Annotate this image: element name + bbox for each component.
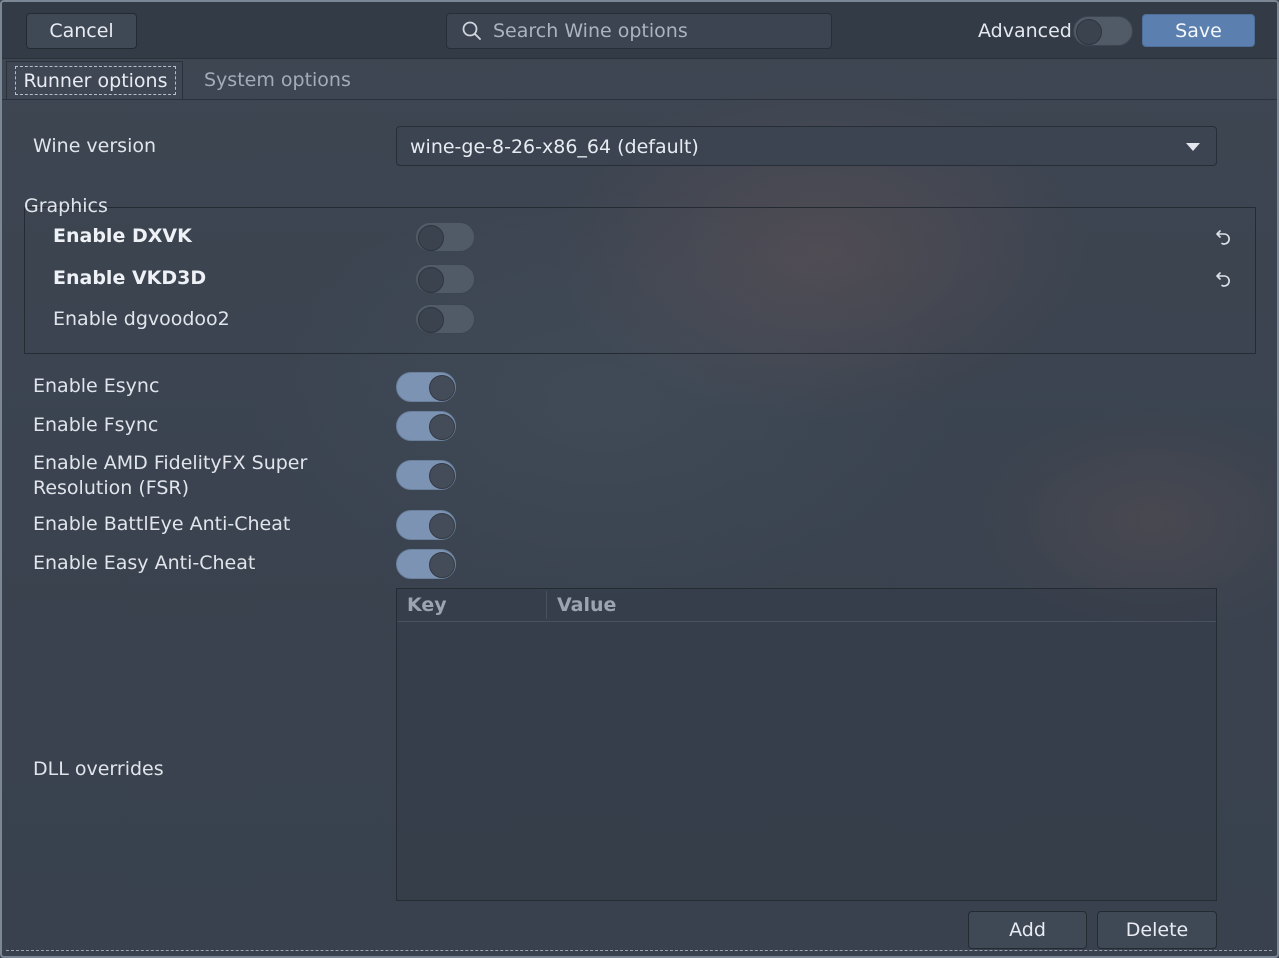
enable-battleye-label: Enable BattlEye Anti-Cheat [33,513,291,535]
wine-version-label: Wine version [33,135,157,157]
enable-fsr-toggle[interactable] [396,460,456,490]
toggle-knob [429,552,455,578]
save-button[interactable]: Save [1142,14,1255,47]
delete-button[interactable]: Delete [1097,911,1217,949]
search-input[interactable]: Search Wine options [446,13,832,49]
toggle-knob [429,414,455,440]
tab-system-options[interactable]: System options [204,69,351,91]
advanced-toggle[interactable] [1073,16,1133,46]
wine-options-dialog: Cancel Search Wine options Advanced Save… [0,0,1279,958]
enable-fsr-label-line1: Enable AMD FidelityFX Super [33,452,308,474]
enable-esync-toggle[interactable] [396,372,456,402]
header-bar: Cancel Search Wine options Advanced Save [2,2,1277,59]
enable-dgvoodoo2-label: Enable dgvoodoo2 [53,308,230,330]
advanced-label: Advanced [978,20,1072,42]
graphics-section-title: Graphics [24,195,108,217]
enable-battleye-toggle[interactable] [396,510,456,540]
enable-fsync-label: Enable Fsync [33,414,159,436]
dll-overrides-label: DLL overrides [33,758,164,780]
reset-icon[interactable] [1214,227,1234,247]
enable-fsync-toggle[interactable] [396,411,456,441]
dll-overrides-table[interactable]: Key Value [396,588,1217,901]
column-header-key[interactable]: Key [407,594,447,616]
enable-easy-anticheat-toggle[interactable] [396,549,456,579]
column-header-value[interactable]: Value [557,594,616,616]
reset-icon[interactable] [1214,269,1234,289]
enable-vkd3d-label: Enable VKD3D [53,267,207,289]
toggle-knob [418,267,444,293]
chevron-down-icon [1186,143,1200,151]
enable-dgvoodoo2-toggle[interactable] [415,304,475,334]
toggle-knob [1076,19,1102,45]
toggle-knob [429,375,455,401]
focus-outline [6,950,1272,951]
cancel-button[interactable]: Cancel [26,13,137,49]
graphics-section [24,207,1256,354]
enable-esync-label: Enable Esync [33,375,160,397]
toggle-knob [418,307,444,333]
column-divider [546,591,547,619]
tab-bar: Runner options System options [2,59,1277,100]
wine-version-value: wine-ge-8-26-x86_64 (default) [410,136,699,158]
toggle-knob [429,513,455,539]
tab-runner-options[interactable]: Runner options [6,61,183,99]
toggle-knob [418,225,444,251]
enable-fsr-label-line2: Resolution (FSR) [33,477,189,499]
add-button[interactable]: Add [968,911,1087,949]
wine-version-select[interactable]: wine-ge-8-26-x86_64 (default) [396,126,1217,166]
search-icon [462,21,481,40]
search-placeholder: Search Wine options [493,20,688,42]
enable-dxvk-label: Enable DXVK [53,225,192,247]
table-header: Key Value [397,589,1216,622]
enable-vkd3d-toggle[interactable] [415,264,475,294]
enable-easy-anticheat-label: Enable Easy Anti-Cheat [33,552,256,574]
toggle-knob [429,463,455,489]
tab-label: Runner options [15,66,176,95]
enable-dxvk-toggle[interactable] [415,222,475,252]
